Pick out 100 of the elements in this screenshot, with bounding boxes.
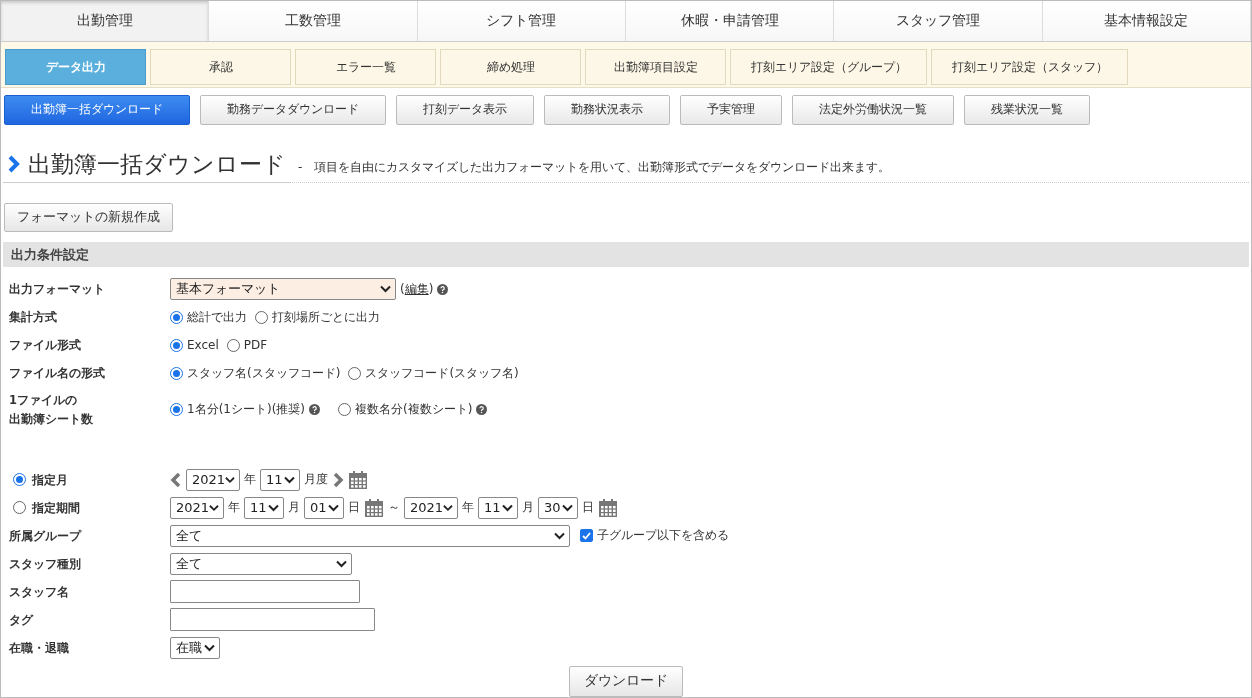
sub-nav-tab[interactable]: 打刻エリア設定（スタッフ） (931, 49, 1128, 85)
dropdown-value: 在職 (176, 639, 202, 657)
field-label: ファイル名の形式 (9, 365, 106, 382)
chevron-down-icon (284, 476, 295, 484)
action-tab[interactable]: 残業状況一覧 (964, 94, 1090, 125)
dropdown-value: 11 (266, 472, 283, 488)
dropdown[interactable]: 01 (304, 497, 344, 519)
text-input[interactable] (170, 608, 375, 632)
radio-option[interactable]: Excel (170, 338, 219, 353)
dropdown-value: 11 (250, 500, 267, 516)
dropdown[interactable]: 全て (170, 553, 352, 575)
radio-button[interactable] (338, 403, 351, 417)
help-icon[interactable] (476, 404, 488, 416)
checkbox-option[interactable]: 子グループ以下を含める (580, 527, 729, 545)
action-tab[interactable]: 予実管理 (680, 94, 782, 125)
dropdown[interactable]: 11 (260, 469, 300, 491)
radio-button[interactable] (170, 310, 183, 324)
main-nav-tab[interactable]: シフト管理 (417, 1, 626, 42)
dropdown[interactable]: 全て (170, 525, 570, 547)
sub-nav-tab[interactable]: エラー一覧 (295, 49, 436, 85)
radio-option[interactable]: 複数名分(複数シート) (338, 401, 488, 419)
chevron-down-icon (225, 476, 235, 484)
dropdown-value: 2021 (410, 500, 444, 516)
action-tab[interactable]: 勤務データダウンロード (200, 94, 386, 125)
field-label: 出力フォーマット (9, 281, 106, 298)
chevron-down-icon (328, 504, 339, 512)
main-nav-tab[interactable]: 出勤管理 (1, 1, 210, 42)
field-label: 指定月 (32, 471, 68, 489)
dropdown[interactable]: 在職 (170, 637, 220, 659)
chevron-down-icon (562, 504, 573, 512)
dropdown[interactable]: 2021 (170, 497, 224, 519)
main-nav-tab[interactable]: 基本情報設定 (1042, 1, 1251, 42)
action-tab[interactable]: 勤務状況表示 (544, 94, 670, 125)
radio-button[interactable] (255, 310, 268, 324)
dropdown-value: 全て (176, 555, 202, 573)
main-nav-tab[interactable]: 工数管理 (209, 1, 418, 42)
dropdown-value: 11 (484, 500, 501, 516)
radio-button[interactable] (170, 366, 183, 380)
calendar-icon[interactable] (348, 470, 368, 490)
sub-nav-tab[interactable]: 締め処理 (440, 49, 581, 85)
radio-option[interactable]: スタッフコード(スタッフ名) (348, 364, 519, 382)
dropdown[interactable]: 30 (538, 497, 578, 519)
chevron-down-icon (204, 644, 215, 652)
text-input[interactable] (170, 580, 360, 604)
help-icon[interactable] (437, 283, 449, 295)
download-button[interactable]: ダウンロード (569, 666, 683, 697)
radio-option[interactable]: スタッフ名(スタッフコード) (170, 364, 341, 382)
field-label: スタッフ名 (9, 583, 70, 601)
unit-label: 月 (522, 499, 534, 517)
edit-link[interactable]: 編集 (404, 281, 429, 296)
radio-option[interactable]: PDF (226, 338, 268, 353)
page-title: 出勤簿一括ダウンロード (28, 149, 286, 179)
sub-nav-tab[interactable]: 承認 (150, 49, 291, 85)
dropdown-value: 2021 (176, 500, 210, 516)
radio-button[interactable] (13, 473, 26, 487)
dropdown[interactable]: 基本フォーマット (170, 278, 396, 301)
chevron-down-icon (268, 504, 279, 512)
dropdown[interactable]: 2021 (404, 497, 458, 519)
radio-button[interactable] (226, 338, 240, 352)
action-tab[interactable]: 出勤簿一括ダウンロード (4, 94, 190, 125)
section-header: 出力条件設定 (3, 241, 1249, 268)
dropdown[interactable]: 11 (244, 497, 284, 519)
dropdown-value: 基本フォーマット (176, 280, 280, 299)
checkbox[interactable] (580, 529, 593, 543)
dropdown-value: 全て (176, 527, 202, 545)
sub-nav-tab[interactable]: 打刻エリア設定（グループ） (730, 49, 927, 85)
field-label: 出勤簿シート数 (9, 410, 94, 428)
unit-label: ～ (388, 499, 400, 517)
field-label: 所属グループ (9, 527, 83, 545)
unit-label: 月 (288, 499, 300, 517)
radio-option[interactable]: 1名分(1シート)(推奨) (170, 401, 320, 419)
field-label: 指定期間 (32, 499, 80, 517)
chevron-down-icon (554, 532, 565, 540)
chevron-left-icon[interactable] (170, 472, 182, 488)
unit-label: 年 (462, 499, 474, 517)
main-nav-tab[interactable]: 休暇・申請管理 (626, 1, 835, 42)
main-nav-tab[interactable]: スタッフ管理 (834, 1, 1043, 42)
calendar-icon[interactable] (598, 498, 618, 518)
sub-nav-tab[interactable]: 出勤簿項目設定 (585, 49, 726, 85)
radio-button[interactable] (170, 403, 183, 417)
dropdown[interactable]: 2021 (186, 469, 240, 491)
radio-option[interactable]: 打刻場所ごとに出力 (255, 308, 380, 326)
field-label: 1ファイルの (9, 392, 78, 410)
dropdown-value: 30 (544, 500, 561, 516)
help-icon[interactable] (309, 404, 320, 416)
action-tab[interactable]: 法定外労働状況一覧 (792, 94, 954, 125)
chevron-right-icon[interactable] (332, 472, 344, 488)
dropdown[interactable]: 11 (478, 497, 518, 519)
radio-option[interactable]: 総計で出力 (170, 308, 247, 326)
unit-label: 月度 (304, 471, 328, 489)
calendar-icon[interactable] (364, 498, 384, 518)
chevron-down-icon (380, 285, 391, 294)
radio-button[interactable] (170, 338, 183, 352)
radio-button[interactable] (13, 501, 26, 515)
field-label: ファイル形式 (9, 337, 82, 354)
radio-button[interactable] (348, 366, 362, 380)
chevron-right-icon (7, 155, 20, 174)
unit-label: 日 (582, 499, 594, 517)
new-format-button[interactable]: フォーマットの新規作成 (4, 202, 173, 232)
action-tab[interactable]: 打刻データ表示 (396, 94, 534, 125)
